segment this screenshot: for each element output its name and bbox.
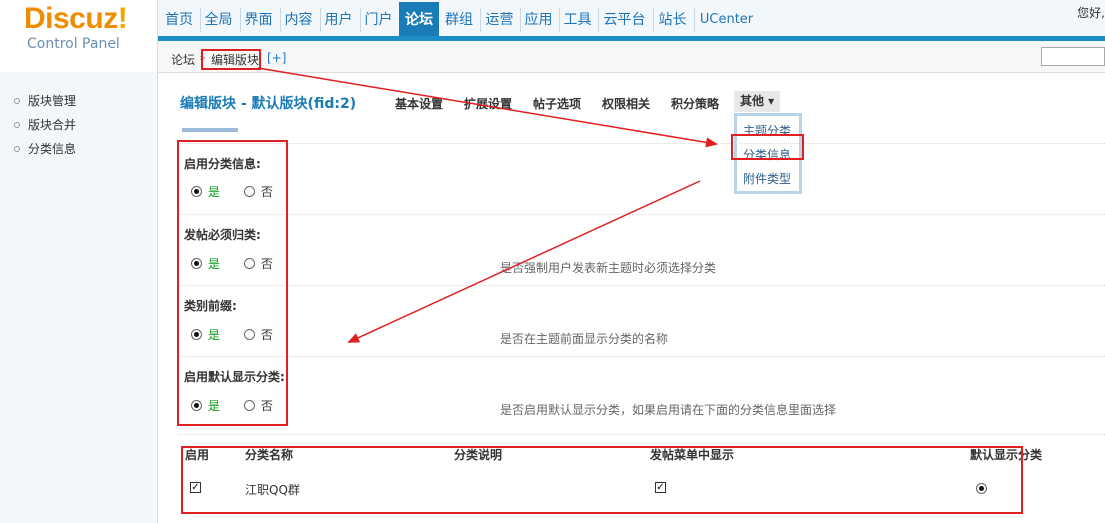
section-heading-partial [182, 128, 238, 132]
annotation-box-table [181, 446, 1023, 514]
bullet-icon [14, 97, 20, 104]
setting-description: 是否强制用户发表新主题时必须选择分类 [500, 261, 717, 275]
sidebar-item-forum-manage[interactable]: 版块管理 [14, 92, 76, 109]
tab-permissions[interactable]: 权限相关 [602, 95, 650, 112]
nav-operations[interactable]: 运营 [480, 8, 518, 32]
bullet-icon [14, 145, 20, 152]
nav-cloud[interactable]: 云平台 [598, 8, 650, 32]
tab-more-dropdown[interactable]: 其他 ▾ [734, 91, 781, 112]
breadcrumb-add-shortcut[interactable]: [+] [267, 51, 286, 65]
bullet-icon [14, 121, 20, 128]
nav-users[interactable]: 用户 [320, 8, 356, 32]
tab-thread-options[interactable]: 帖子选项 [533, 95, 581, 112]
sidebar-item-forum-merge[interactable]: 版块合并 [14, 116, 76, 133]
nav-global[interactable]: 全局 [200, 8, 236, 32]
breadcrumb: 论坛 » 编辑版块 [+] [158, 41, 1105, 73]
nav-home[interactable]: 首页 [163, 8, 195, 32]
setting-description: 是否在主题前面显示分类的名称 [500, 332, 669, 346]
logo-subtitle: Control Panel [27, 36, 120, 52]
nav-webmaster[interactable]: 站长 [653, 8, 691, 32]
nav-ucenter[interactable]: UCenter [694, 8, 758, 32]
nav-interface[interactable]: 界面 [240, 8, 276, 32]
nav-tools[interactable]: 工具 [559, 8, 595, 32]
divider [178, 214, 1105, 215]
menu-item-attachment-types[interactable]: 附件类型 [743, 170, 791, 187]
page-title: 编辑版块 - 默认版块(fid:2) [180, 96, 357, 112]
user-greeting: 您好, [1077, 6, 1105, 20]
tab-basic-settings[interactable]: 基本设置 [395, 95, 443, 112]
nav-portal[interactable]: 门户 [360, 8, 396, 32]
divider [178, 143, 1105, 144]
sidebar-item-threadtypes[interactable]: 分类信息 [14, 140, 76, 157]
logo-wordmark: Discuz! [24, 2, 128, 35]
logo[interactable]: Discuz! Control Panel [0, 0, 158, 72]
annotation-box-dropdown-item [731, 134, 804, 160]
breadcrumb-root[interactable]: 论坛 [171, 51, 195, 68]
nav-content[interactable]: 内容 [280, 8, 316, 32]
tab-credit-policy[interactable]: 积分策略 [671, 95, 719, 112]
nav-apps[interactable]: 应用 [520, 8, 556, 32]
divider [178, 285, 1105, 286]
divider [178, 356, 1105, 357]
tab-extended-settings[interactable]: 扩展设置 [464, 95, 512, 112]
annotation-box-settings [177, 140, 288, 426]
divider [178, 434, 1105, 435]
annotation-box-breadcrumb [201, 49, 261, 70]
nav-forum[interactable]: 论坛 [399, 2, 439, 36]
nav-groups[interactable]: 群组 [441, 8, 477, 32]
search-input[interactable] [1041, 47, 1105, 66]
setting-description: 是否启用默认显示分类，如果启用请在下面的分类信息里面选择 [500, 403, 837, 417]
